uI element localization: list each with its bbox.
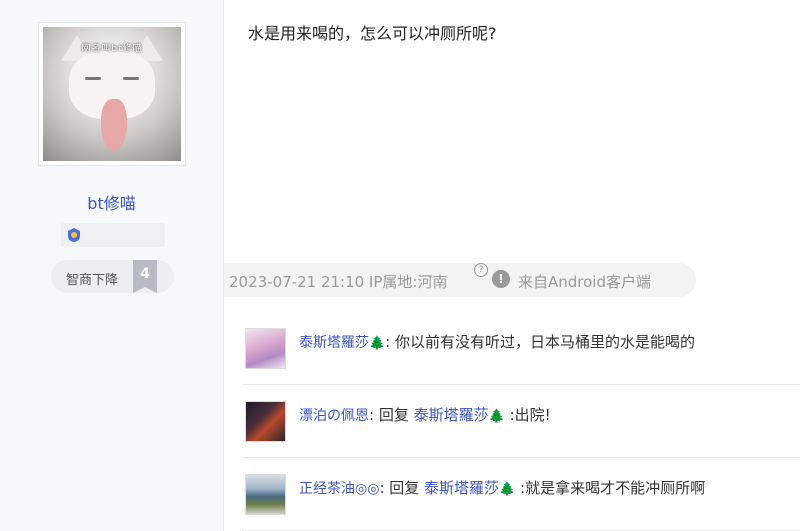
- level-number: 4: [133, 260, 157, 293]
- comment-list: 泰斯塔羅莎🌲: 你以前有没有听过，日本马桶里的水是能喝的 漂泊の佩恩: 回复 泰…: [242, 312, 800, 531]
- commenter-name[interactable]: 漂泊の佩恩: [299, 408, 369, 424]
- commenter-avatar[interactable]: [245, 474, 286, 515]
- commenter-name[interactable]: 泰斯塔羅莎: [299, 335, 369, 351]
- reply-target-name[interactable]: 泰斯塔羅莎: [424, 479, 499, 497]
- comment-text: 你以前有没有听过，日本马桶里的水是能喝的: [390, 333, 696, 351]
- commenter-avatar[interactable]: [245, 328, 286, 369]
- report-icon[interactable]: !: [492, 270, 510, 288]
- reply-prefix: 回复: [384, 479, 425, 497]
- reply-target-name[interactable]: 泰斯塔羅莎: [414, 406, 489, 424]
- author-sidebar: 网名叫bt修喵 bt修喵 智商下降 4: [0, 0, 224, 531]
- tree-icon: 🌲: [499, 482, 516, 497]
- comment-line: 正经茶油◎◎: 回复 泰斯塔羅莎🌲 :就是拿来喝才不能冲厕所啊: [299, 477, 705, 498]
- level-badge[interactable]: 智商下降 4: [51, 260, 174, 293]
- help-icon[interactable]: ?: [474, 263, 488, 277]
- list-item: 正经茶油◎◎: 回复 泰斯塔羅莎🌲 :就是拿来喝才不能冲厕所啊: [242, 458, 800, 531]
- commenter-avatar[interactable]: [245, 401, 286, 442]
- tree-icon: 🌲: [369, 336, 386, 351]
- comment-text: :就是拿来喝才不能冲厕所啊: [515, 479, 706, 497]
- list-item: 泰斯塔羅莎🌲: 你以前有没有听过，日本马桶里的水是能喝的: [242, 312, 800, 385]
- level-name: 智商下降: [66, 273, 119, 288]
- post-date: 2023-07-21 21:10 IP属地:河南: [229, 273, 448, 291]
- member-badge-icon[interactable]: [66, 227, 82, 243]
- author-avatar[interactable]: 网名叫bt修喵: [38, 22, 186, 166]
- post-content: 水是用来喝的，怎么可以冲厕所呢?: [248, 24, 497, 43]
- list-item: 漂泊の佩恩: 回复 泰斯塔羅莎🌲 :出院!: [242, 385, 800, 458]
- comment-line: 漂泊の佩恩: 回复 泰斯塔羅莎🌲 :出院!: [299, 404, 551, 425]
- badge-row: [61, 223, 165, 247]
- tree-icon: 🌲: [488, 409, 505, 424]
- cat-tongue-shape: [101, 99, 127, 151]
- commenter-name[interactable]: 正经茶油◎◎: [299, 481, 379, 497]
- avatar-caption: 网名叫bt修喵: [81, 44, 143, 54]
- comment-line: 泰斯塔羅莎🌲: 你以前有没有听过，日本马桶里的水是能喝的: [299, 331, 695, 352]
- post-meta-bar: 2023-07-21 21:10 IP属地:河南 ? ! 来自Android客户…: [224, 263, 696, 297]
- comment-text: :出院!: [504, 406, 551, 424]
- avatar-image: 网名叫bt修喵: [43, 27, 181, 161]
- reply-prefix: 回复: [374, 406, 414, 424]
- post-source[interactable]: 来自Android客户端: [518, 271, 651, 292]
- author-username[interactable]: bt修喵: [0, 190, 223, 214]
